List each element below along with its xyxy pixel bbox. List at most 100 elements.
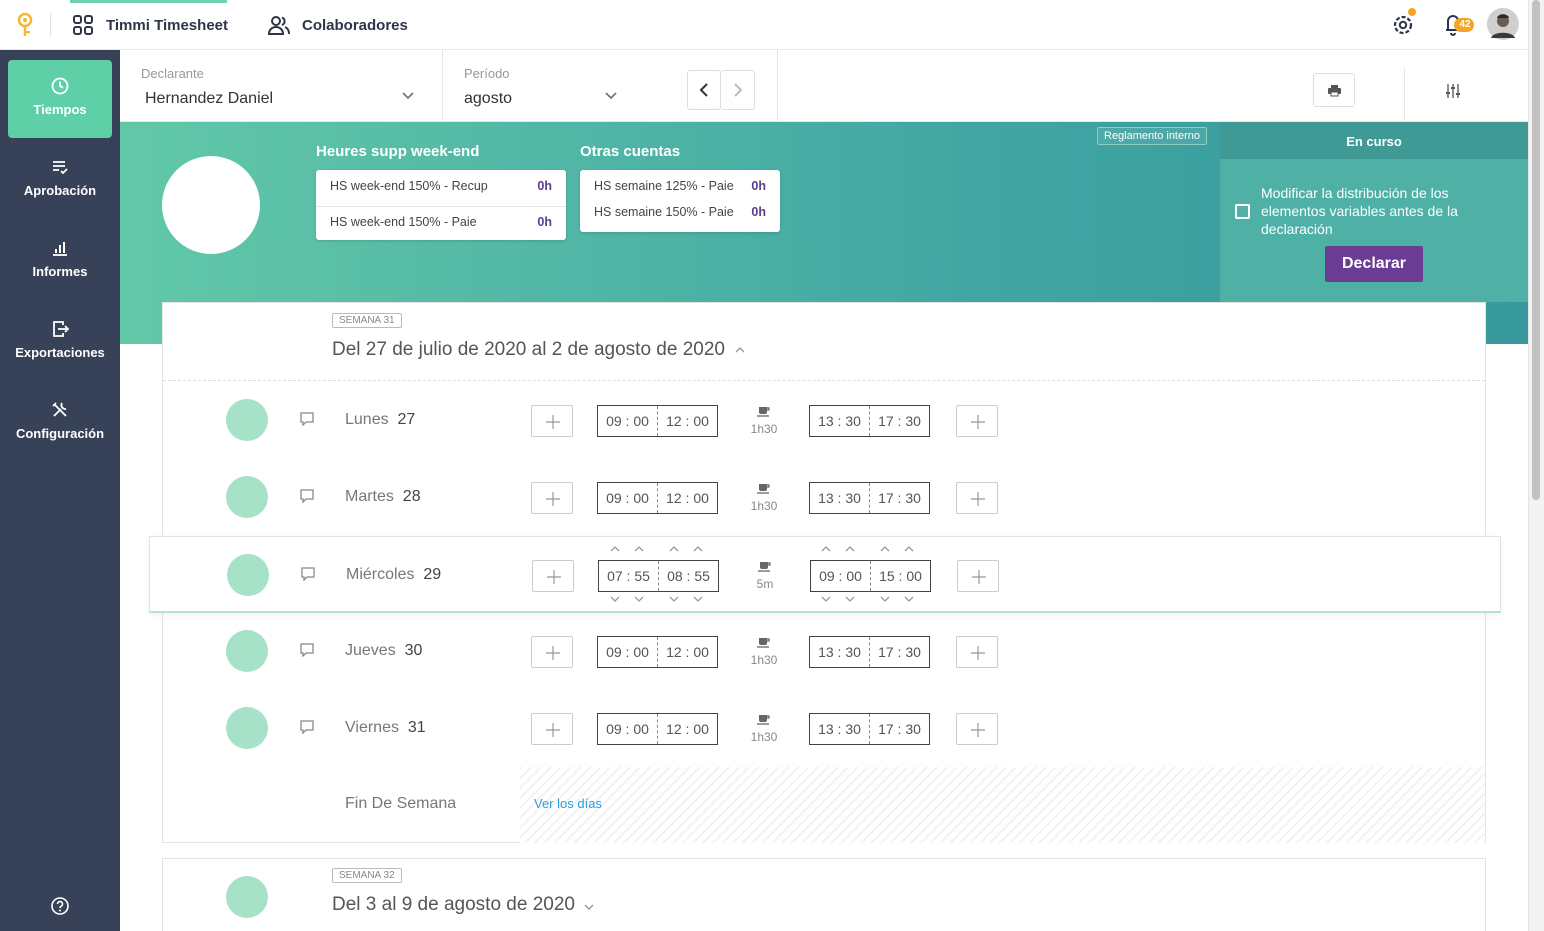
chevron-down-icon[interactable] bbox=[401, 91, 415, 101]
filter-settings-icon[interactable] bbox=[1445, 83, 1461, 99]
plus-icon bbox=[971, 415, 985, 429]
app-logo-icon[interactable] bbox=[14, 12, 36, 38]
decrement-time-icon[interactable] bbox=[634, 596, 644, 602]
add-slot-after-button[interactable] bbox=[956, 405, 998, 437]
add-slot-after-button[interactable] bbox=[956, 636, 998, 668]
time-end-input[interactable]: 12 : 00 bbox=[658, 637, 717, 667]
comment-icon[interactable] bbox=[299, 720, 315, 734]
sidebar-item-tiempos[interactable]: Tiempos bbox=[8, 60, 112, 138]
time-end-input[interactable]: 08 : 55 bbox=[659, 561, 718, 591]
day-number: 27 bbox=[397, 411, 416, 428]
break-duration: 5m bbox=[756, 577, 774, 591]
next-period-button[interactable] bbox=[721, 70, 755, 110]
time-end-input[interactable]: 17 : 30 bbox=[870, 637, 929, 667]
add-slot-before-button[interactable] bbox=[531, 482, 573, 514]
day-status-circle bbox=[226, 707, 268, 749]
time-end-input[interactable]: 12 : 00 bbox=[658, 714, 717, 744]
print-button[interactable] bbox=[1313, 73, 1355, 107]
scrollbar-thumb[interactable] bbox=[1532, 0, 1540, 500]
time-end-input[interactable]: 17 : 30 bbox=[870, 483, 929, 513]
decrement-time-icon[interactable] bbox=[821, 596, 831, 602]
increment-time-icon[interactable] bbox=[904, 546, 914, 552]
user-avatar[interactable] bbox=[1487, 8, 1519, 40]
increment-time-icon[interactable] bbox=[669, 546, 679, 552]
time-end-input[interactable]: 12 : 00 bbox=[658, 406, 717, 436]
sidebar-item-informes[interactable]: Informes bbox=[8, 222, 112, 300]
users-icon bbox=[268, 16, 290, 35]
week-title: Del 27 de julio de 2020 al 2 de agosto d… bbox=[332, 339, 725, 360]
time-start-input[interactable]: 07 : 55 bbox=[599, 561, 659, 591]
plus-icon bbox=[547, 570, 561, 584]
modify-distribution-checkbox[interactable] bbox=[1235, 204, 1250, 219]
decrement-time-icon[interactable] bbox=[845, 596, 855, 602]
group1-card: HS week-end 150% - Recup 0h HS week-end … bbox=[316, 170, 566, 240]
add-slot-before-button[interactable] bbox=[531, 405, 573, 437]
chevron-left-icon bbox=[699, 83, 708, 97]
increment-time-icon[interactable] bbox=[610, 546, 620, 552]
comment-icon[interactable] bbox=[299, 412, 315, 426]
plus-icon bbox=[972, 570, 986, 584]
time-end-input[interactable]: 15 : 00 bbox=[871, 561, 930, 591]
coffee-break-icon bbox=[757, 484, 770, 494]
periodo-select[interactable]: agosto bbox=[464, 90, 512, 108]
settings-icon[interactable] bbox=[1392, 8, 1416, 42]
add-slot-after-button[interactable] bbox=[956, 713, 998, 745]
decrement-time-icon[interactable] bbox=[904, 596, 914, 602]
time-start-input[interactable]: 13 : 30 bbox=[810, 406, 870, 436]
sidebar-item-configuracion[interactable]: Configuración bbox=[8, 384, 112, 462]
increment-time-icon[interactable] bbox=[693, 546, 703, 552]
decrement-time-icon[interactable] bbox=[880, 596, 890, 602]
increment-time-icon[interactable] bbox=[880, 546, 890, 552]
chevron-up-icon[interactable] bbox=[735, 347, 745, 353]
colaboradores-menu[interactable]: Colaboradores bbox=[268, 0, 408, 50]
reglamento-badge[interactable]: Reglamento interno bbox=[1097, 127, 1208, 145]
time-start-input[interactable]: 13 : 30 bbox=[810, 637, 870, 667]
time-start-input[interactable]: 09 : 00 bbox=[598, 637, 658, 667]
time-start-input[interactable]: 09 : 00 bbox=[598, 714, 658, 744]
sidebar-item-exportaciones[interactable]: Exportaciones bbox=[8, 303, 112, 381]
add-slot-after-button[interactable] bbox=[956, 482, 998, 514]
decrement-time-icon[interactable] bbox=[610, 596, 620, 602]
chevron-down-icon[interactable] bbox=[584, 904, 594, 910]
time-start-input[interactable]: 09 : 00 bbox=[598, 406, 658, 436]
time-range-1: 09 : 00 12 : 00 bbox=[597, 482, 718, 514]
comment-icon[interactable] bbox=[300, 567, 316, 581]
comment-icon[interactable] bbox=[299, 643, 315, 657]
increment-time-icon[interactable] bbox=[634, 546, 644, 552]
declarante-select[interactable]: Hernandez Daniel bbox=[145, 90, 273, 108]
week-card: SEMANA 32 Del 3 al 9 de agosto de 2020 bbox=[162, 858, 1486, 931]
see-days-link[interactable]: Ver los días bbox=[534, 796, 602, 811]
colaboradores-label: Colaboradores bbox=[302, 16, 408, 34]
time-start-input[interactable]: 13 : 30 bbox=[810, 714, 870, 744]
declare-button[interactable]: Declarar bbox=[1325, 246, 1423, 282]
time-range-1: 09 : 00 12 : 00 bbox=[597, 713, 718, 745]
decrement-time-icon[interactable] bbox=[669, 596, 679, 602]
wrench-icon bbox=[52, 402, 67, 417]
apps-menu[interactable]: Timmi Timesheet bbox=[72, 0, 228, 50]
time-range-2: 13 : 30 17 : 30 bbox=[809, 482, 930, 514]
time-end-input[interactable]: 12 : 00 bbox=[658, 483, 717, 513]
minute-field: 30 bbox=[905, 721, 921, 737]
sidebar-item-aprobacion[interactable]: Aprobación bbox=[8, 141, 112, 219]
day-status-circle bbox=[226, 399, 268, 441]
add-slot-after-button[interactable] bbox=[957, 560, 999, 592]
time-start-input[interactable]: 09 : 00 bbox=[811, 561, 871, 591]
add-slot-before-button[interactable] bbox=[531, 713, 573, 745]
previous-period-button[interactable] bbox=[687, 70, 721, 110]
time-start-input[interactable]: 13 : 30 bbox=[810, 483, 870, 513]
increment-time-icon[interactable] bbox=[845, 546, 855, 552]
hour-field: 09 bbox=[819, 568, 835, 584]
add-slot-before-button[interactable] bbox=[531, 636, 573, 668]
hour-field: 12 bbox=[666, 490, 682, 506]
chevron-down-icon[interactable] bbox=[604, 91, 618, 101]
clock-icon bbox=[51, 77, 69, 95]
time-end-input[interactable]: 17 : 30 bbox=[870, 714, 929, 744]
increment-time-icon[interactable] bbox=[821, 546, 831, 552]
add-slot-before-button[interactable] bbox=[532, 560, 574, 592]
decrement-time-icon[interactable] bbox=[693, 596, 703, 602]
time-start-input[interactable]: 09 : 00 bbox=[598, 483, 658, 513]
help-icon[interactable] bbox=[50, 896, 70, 916]
time-end-input[interactable]: 17 : 30 bbox=[870, 406, 929, 436]
comment-icon[interactable] bbox=[299, 489, 315, 503]
counter-label: HS week-end 150% - Paie bbox=[330, 215, 477, 229]
